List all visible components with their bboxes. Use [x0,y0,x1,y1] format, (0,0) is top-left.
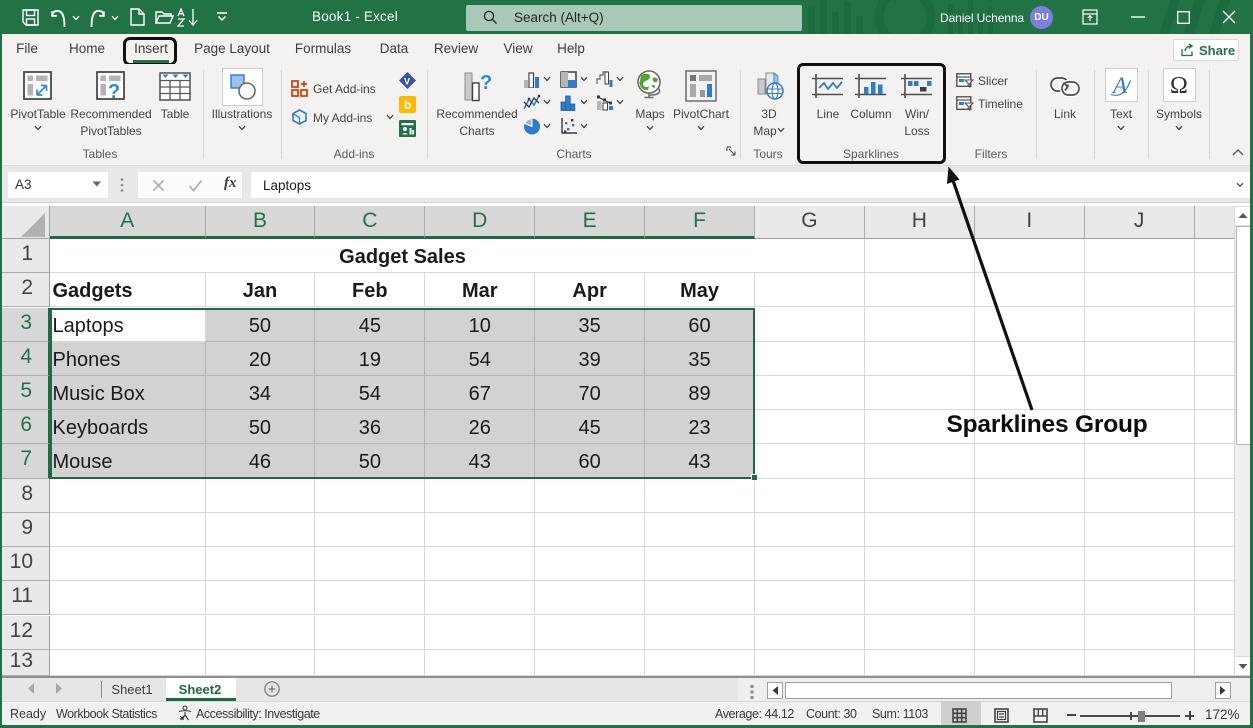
svg-text:Ω: Ω [1170,73,1188,98]
svg-text:V: V [404,77,410,87]
svg-text:?: ? [108,81,120,101]
svg-text:?: ? [480,72,492,94]
svg-text:b: b [404,98,411,112]
